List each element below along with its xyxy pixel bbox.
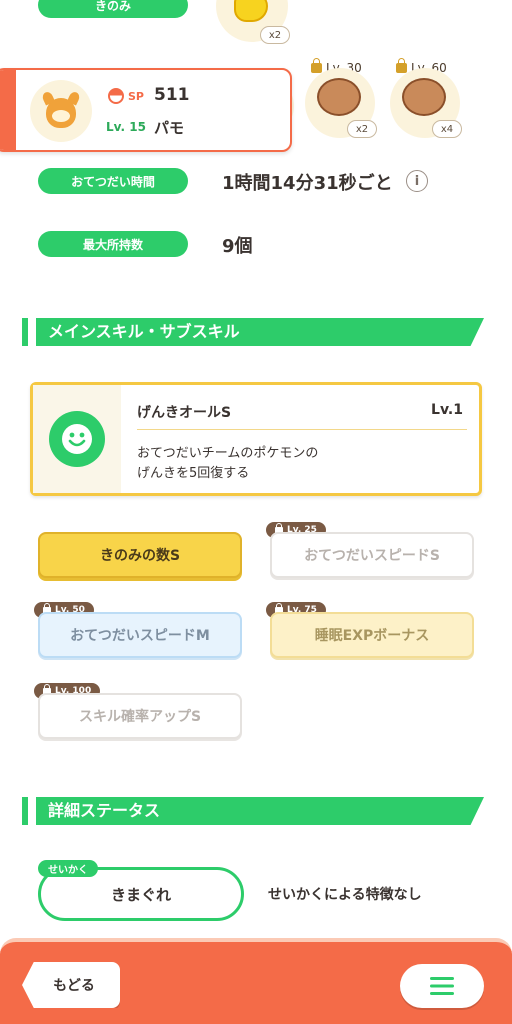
berry-slot: x2	[216, 0, 290, 44]
cacao-icon	[402, 78, 446, 116]
berry-label: きのみ	[38, 0, 188, 18]
details-section-header: 詳細ステータス	[22, 797, 484, 825]
cacao-icon	[317, 78, 361, 116]
sp-value: 511	[154, 85, 190, 105]
skills-section-header: メインスキル・サブスキル	[22, 318, 484, 346]
pokeball-icon	[108, 88, 124, 104]
back-label: もどる	[53, 978, 95, 994]
pokemon-name: パモ	[154, 119, 185, 137]
footer-bar: もどる	[0, 938, 512, 1024]
main-skill-desc-1: おてつだいチームのポケモンの	[137, 446, 319, 461]
sub-skill-5-label: スキル確率アップS	[78, 709, 202, 725]
ingredient-slot-3: Lv. 60 x4	[388, 58, 462, 138]
lock-icon	[396, 58, 407, 73]
sp-label: SP	[128, 90, 144, 103]
pokemon-level: Lv. 15	[106, 120, 146, 134]
lock-icon	[311, 58, 322, 73]
details-section-title: 詳細ステータス	[48, 801, 161, 820]
sub-skill-3[interactable]: おてつだいスピードM	[38, 612, 242, 658]
help-time-value: 1時間14分31秒ごと	[222, 173, 393, 194]
sub-skill-3-label: おてつだいスピードM	[70, 628, 210, 644]
max-carry-label: 最大所持数	[38, 231, 188, 257]
help-time-label: おてつだい時間	[38, 168, 188, 194]
pokemon-avatar	[30, 80, 92, 142]
berry-count: x2	[260, 26, 290, 44]
info-icon[interactable]: i	[406, 170, 428, 192]
main-skill-card[interactable]: げんきオールS Lv.1 おてつだいチームのポケモンの げんきを5回復する	[30, 382, 482, 496]
nature-tag: せいかく	[38, 860, 98, 877]
sub-skill-5[interactable]: スキル確率アップS	[38, 693, 242, 739]
sub-skill-1-label: きのみの数S	[99, 548, 181, 564]
ingredient-slot-2: Lv. 30 x2	[303, 58, 377, 138]
ingredient-count-2: x2	[347, 120, 377, 138]
main-skill-level: Lv.1	[431, 402, 463, 418]
nature-effect: せいかくによる特徴なし	[268, 887, 422, 903]
nature-value: きまぐれ	[110, 885, 171, 904]
main-skill-desc-2: げんきを5回復する	[137, 466, 250, 481]
main-skill-name: げんきオールS	[137, 405, 232, 421]
sub-skill-2[interactable]: おてつだいスピードS	[270, 532, 474, 578]
berry-icon	[234, 0, 268, 22]
sub-skill-4[interactable]: 睡眠EXPボーナス	[270, 612, 474, 658]
max-carry-value: 9個	[222, 236, 253, 257]
sub-skill-4-label: 睡眠EXPボーナス	[314, 628, 430, 644]
main-skill-divider	[137, 429, 467, 430]
menu-icon	[430, 977, 454, 995]
main-skill-icon	[49, 411, 105, 467]
pokemon-card[interactable]: SP 511 Lv. 15 パモ	[0, 68, 292, 152]
skills-section-title: メインスキル・サブスキル	[48, 322, 240, 341]
sub-skill-1[interactable]: きのみの数S	[38, 532, 242, 578]
menu-button[interactable]	[400, 964, 484, 1008]
back-button[interactable]: もどる	[22, 962, 120, 1008]
sub-skill-2-label: おてつだいスピードS	[304, 548, 440, 564]
ingredient-count-3: x4	[432, 120, 462, 138]
